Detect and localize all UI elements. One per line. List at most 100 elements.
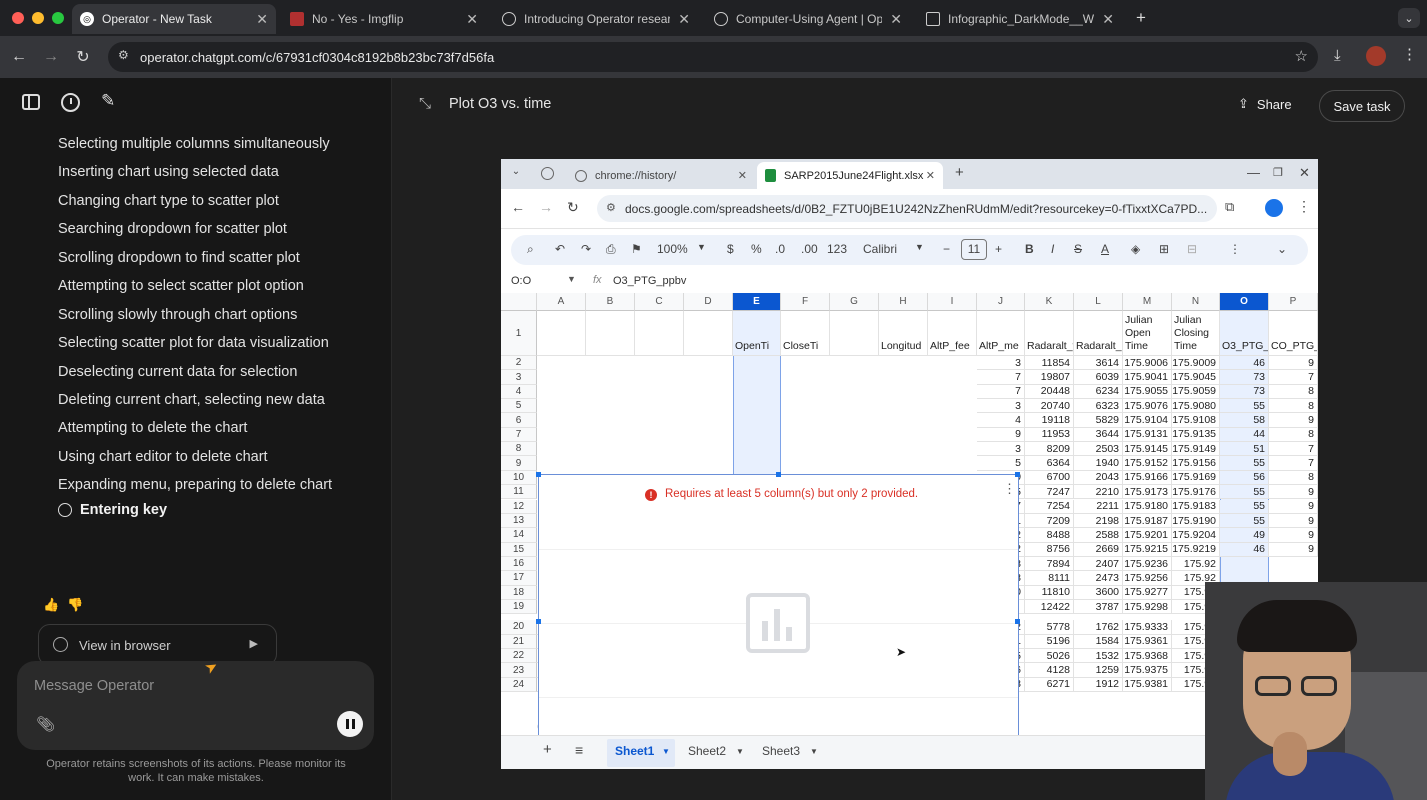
table-cell[interactable]: 19807: [1025, 370, 1074, 385]
currency-format-button[interactable]: $: [727, 242, 734, 256]
decrease-font-size-button[interactable]: −: [943, 242, 950, 256]
percent-format-button[interactable]: %: [751, 242, 762, 256]
browser-tab-infographic[interactable]: Infographic_DarkMode__Web ✕: [918, 4, 1122, 34]
bookmark-star-icon[interactable]: ☆: [1295, 47, 1308, 65]
table-cell[interactable]: 175.9055: [1123, 384, 1172, 400]
column-header[interactable]: D: [684, 293, 733, 311]
search-icon[interactable]: ⌕: [527, 242, 534, 257]
row-header[interactable]: 13: [501, 513, 537, 529]
table-cell[interactable]: 9: [1269, 513, 1318, 529]
table-cell[interactable]: 3614: [1074, 356, 1123, 371]
redo-icon[interactable]: ↷: [581, 242, 591, 256]
table-cell[interactable]: 175.9256: [1123, 571, 1172, 586]
row-header[interactable]: 11: [501, 485, 537, 500]
table-cell[interactable]: 3787: [1074, 599, 1123, 615]
table-cell[interactable]: 2211: [1074, 499, 1123, 514]
table-cell[interactable]: 2210: [1074, 485, 1123, 500]
row-header[interactable]: 19: [501, 599, 537, 615]
sheet-tab-sheet2[interactable]: Sheet2: [688, 744, 726, 758]
site-info-icon[interactable]: ⚙: [118, 48, 129, 62]
table-cell[interactable]: 55: [1220, 485, 1269, 500]
forward-arrow-icon[interactable]: →: [38, 44, 64, 70]
row-header[interactable]: 18: [501, 585, 537, 600]
close-tab-icon[interactable]: ✕: [738, 169, 747, 182]
close-window-icon[interactable]: ✕: [1299, 165, 1310, 181]
browser-tab-operator[interactable]: ◎ Operator - New Task ✕: [72, 4, 276, 34]
thumbs-up-icon[interactable]: 👍: [43, 597, 59, 613]
new-task-icon[interactable]: ✎: [101, 91, 115, 111]
header-cell[interactable]: [684, 311, 733, 356]
table-cell[interactable]: 2198: [1074, 513, 1123, 529]
table-cell[interactable]: 175.9145: [1123, 442, 1172, 457]
save-task-button[interactable]: Save task: [1319, 90, 1405, 122]
header-cell[interactable]: [635, 311, 684, 356]
table-cell[interactable]: 55: [1220, 399, 1269, 414]
table-cell[interactable]: 175.9076: [1123, 399, 1172, 414]
table-cell[interactable]: 73: [1220, 370, 1269, 385]
row-header[interactable]: 20: [501, 620, 537, 635]
profile-avatar[interactable]: [1366, 46, 1386, 66]
table-cell[interactable]: 5778: [1025, 620, 1074, 635]
table-cell[interactable]: 175.9183: [1172, 499, 1220, 514]
undo-icon[interactable]: ↶: [555, 242, 565, 256]
collapse-arrows-icon[interactable]: ⤡: [419, 95, 431, 112]
header-cell[interactable]: Julian Closing Time: [1172, 311, 1220, 356]
table-cell[interactable]: 44: [1220, 427, 1269, 443]
table-cell[interactable]: 175.9166: [1123, 470, 1172, 486]
header-cell[interactable]: [537, 311, 586, 356]
column-header[interactable]: G: [830, 293, 879, 311]
table-cell[interactable]: 175.9204: [1172, 528, 1220, 543]
table-cell[interactable]: 8: [1269, 399, 1318, 414]
profile-avatar[interactable]: [1265, 199, 1283, 217]
table-cell[interactable]: 7: [1269, 442, 1318, 457]
table-cell[interactable]: 3: [977, 442, 1025, 457]
table-cell[interactable]: 7254: [1025, 499, 1074, 514]
close-tab-icon[interactable]: ✕: [256, 11, 268, 28]
vm-address-bar[interactable]: ⚙ docs.google.com/spreadsheets/d/0B2_FZT…: [597, 195, 1217, 222]
table-cell[interactable]: 175.9135: [1172, 427, 1220, 443]
table-cell[interactable]: 2588: [1074, 528, 1123, 543]
table-cell[interactable]: 3: [977, 356, 1025, 371]
row-header[interactable]: 22: [501, 649, 537, 664]
table-cell[interactable]: 1584: [1074, 634, 1123, 649]
tab-list-icon[interactable]: ⌄: [507, 166, 525, 182]
table-cell[interactable]: 3600: [1074, 585, 1123, 600]
table-cell[interactable]: 9: [977, 427, 1025, 443]
header-cell[interactable]: Radaralt_m: [1074, 311, 1123, 356]
reload-icon[interactable]: ↻: [70, 44, 96, 70]
table-cell[interactable]: 175.9180: [1123, 499, 1172, 514]
header-cell[interactable]: Longitud: [879, 311, 928, 356]
table-cell[interactable]: 1940: [1074, 456, 1123, 471]
add-sheet-icon[interactable]: +: [543, 741, 552, 758]
chart-menu-icon[interactable]: ⋮: [1003, 481, 1016, 497]
table-cell[interactable]: 9: [1269, 499, 1318, 514]
download-icon[interactable]: ⤓: [1334, 47, 1341, 64]
tab-search-icon[interactable]: ⌄: [1398, 8, 1420, 28]
table-cell[interactable]: 5829: [1074, 413, 1123, 428]
table-cell[interactable]: 175.9041: [1123, 370, 1172, 385]
column-header[interactable]: P: [1269, 293, 1318, 311]
paint-format-icon[interactable]: ⚑: [631, 242, 642, 256]
close-tab-icon[interactable]: ✕: [1102, 11, 1114, 28]
site-info-icon[interactable]: ⚙: [606, 201, 616, 214]
row-header[interactable]: 8: [501, 442, 537, 457]
table-cell[interactable]: 175.9152: [1123, 456, 1172, 471]
table-cell[interactable]: 175.92: [1172, 556, 1220, 572]
table-cell[interactable]: 6039: [1074, 370, 1123, 385]
vm-tab-sheets[interactable]: SARP2015June24Flight.xlsx ✕: [757, 162, 943, 189]
header-cell[interactable]: Radaralt_ft: [1025, 311, 1074, 356]
fill-color-icon[interactable]: ◈: [1131, 242, 1140, 256]
table-cell[interactable]: 58: [1220, 413, 1269, 428]
table-cell[interactable]: 175.9149: [1172, 442, 1220, 457]
sidebar-toggle-icon[interactable]: [22, 94, 40, 110]
formula-input[interactable]: O3_PTG_ppbv: [613, 275, 686, 287]
browser-menu-icon[interactable]: ⋮: [1402, 45, 1417, 63]
table-cell[interactable]: 1532: [1074, 649, 1123, 664]
table-cell[interactable]: 2669: [1074, 542, 1123, 557]
chevron-down-icon[interactable]: ▼: [736, 747, 744, 756]
table-cell[interactable]: 1762: [1074, 620, 1123, 635]
all-sheets-menu-icon[interactable]: ≡: [575, 742, 583, 758]
column-header[interactable]: B: [586, 293, 635, 311]
table-cell[interactable]: 175.9045: [1172, 370, 1220, 385]
decrease-decimal-button[interactable]: .0: [775, 242, 785, 256]
